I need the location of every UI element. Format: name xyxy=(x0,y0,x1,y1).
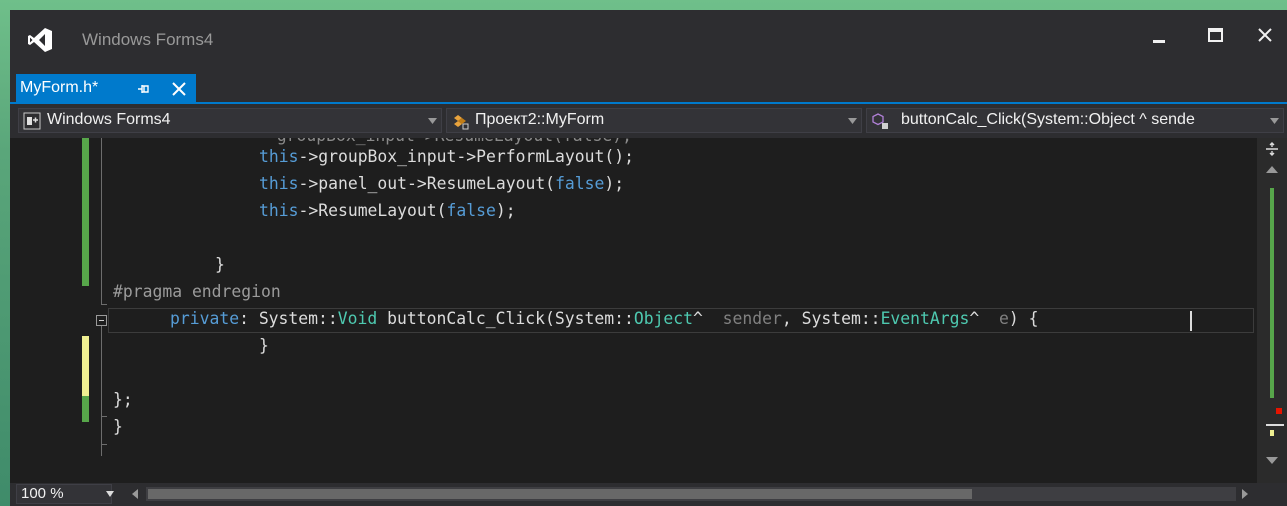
code-text: } xyxy=(113,417,123,436)
maximize-icon[interactable] xyxy=(1200,22,1230,50)
code-token: Object xyxy=(633,309,694,328)
text-caret xyxy=(1190,311,1192,331)
scroll-down-icon[interactable] xyxy=(1265,456,1279,466)
code-token: this xyxy=(259,147,299,166)
tab-underline xyxy=(10,102,1287,104)
horizontal-scroll-thumb[interactable] xyxy=(148,489,972,499)
project-name: Windows Forms4 xyxy=(47,111,171,128)
scroll-left-icon[interactable] xyxy=(132,489,138,499)
visual-studio-logo-icon[interactable] xyxy=(26,26,54,54)
code-text: private: System::Void buttonCalc_Click(S… xyxy=(170,305,1038,332)
chevron-down-icon xyxy=(428,118,437,124)
member-dropdown[interactable]: buttonCalc_Click(System::Object ^ sende xyxy=(866,108,1284,133)
chevron-down-icon[interactable] xyxy=(106,491,114,497)
code-token: buttonCalc_Click(System:: xyxy=(377,309,634,328)
window-title: Windows Forms4 xyxy=(82,30,214,49)
editor-bottom-bar: 100 % xyxy=(10,483,1287,506)
chevron-down-icon xyxy=(1270,118,1279,124)
code-token: this xyxy=(259,174,299,193)
code-line: } xyxy=(10,251,1257,278)
code-token: private xyxy=(170,309,240,328)
code-token: false xyxy=(555,174,605,193)
vertical-scrollbar[interactable] xyxy=(1257,138,1287,483)
code-line: this->ResumeLayout(false); xyxy=(10,197,1257,224)
code-line: } xyxy=(10,332,1257,359)
code-token: , System:: xyxy=(781,309,881,328)
code-text: this->panel_out->ResumeLayout(false); xyxy=(259,170,624,197)
error-marker xyxy=(1276,408,1282,414)
visual-studio-window: Windows Forms4 MyForm.h* Windows Forms4 … xyxy=(10,10,1287,506)
tab-label: MyForm.h* xyxy=(20,79,99,96)
scroll-right-icon[interactable] xyxy=(1242,489,1248,499)
pin-icon[interactable] xyxy=(136,80,152,98)
code-text: } xyxy=(259,336,269,355)
code-editor[interactable]: groupBox_input->ResumeLayout(false); thi… xyxy=(10,138,1257,483)
code-token: ^ xyxy=(693,309,723,328)
method-icon xyxy=(872,113,888,129)
code-token: ->ResumeLayout( xyxy=(298,201,447,220)
code-line: this->panel_out->ResumeLayout(false); xyxy=(10,170,1257,197)
split-window-icon[interactable] xyxy=(1265,142,1279,156)
code-token: ^ xyxy=(969,309,999,328)
code-line: private: System::Void buttonCalc_Click(S… xyxy=(10,305,1257,332)
code-text: #pragma endregion xyxy=(113,282,281,301)
code-line: } xyxy=(10,413,1257,440)
class-name: Проект2::MyForm xyxy=(475,111,605,128)
document-tab-strip: MyForm.h* xyxy=(10,68,1287,149)
change-marker xyxy=(1270,430,1274,436)
code-token: ->panel_out->ResumeLayout( xyxy=(298,174,556,193)
project-dropdown[interactable]: Windows Forms4 xyxy=(18,108,442,133)
code-token: false xyxy=(446,201,496,220)
code-token: Void xyxy=(337,309,378,328)
navigation-bar: Windows Forms4 Проект2::MyForm buttonCal… xyxy=(10,106,1287,136)
code-token: e xyxy=(998,309,1009,328)
code-token: this xyxy=(259,201,299,220)
member-name: buttonCalc_Click(System::Object ^ sende xyxy=(901,111,1195,128)
caret-marker xyxy=(1266,424,1284,426)
title-bar[interactable]: Windows Forms4 xyxy=(10,10,1287,68)
cpp-project-icon xyxy=(23,112,41,130)
code-token: ->groupBox_input->PerformLayout(); xyxy=(298,147,634,166)
code-line: this->groupBox_input->PerformLayout(); xyxy=(10,143,1257,170)
code-text: }; xyxy=(113,390,133,409)
tab-myform-h[interactable]: MyForm.h* xyxy=(16,74,196,104)
code-token: sender xyxy=(722,309,782,328)
minimize-icon[interactable] xyxy=(1144,22,1174,50)
change-marker xyxy=(1270,188,1274,328)
code-token: EventArgs xyxy=(880,309,970,328)
code-line: #pragma endregion xyxy=(10,278,1257,305)
code-text: } xyxy=(215,255,225,274)
tab-close-icon[interactable] xyxy=(170,80,188,98)
outline-guide xyxy=(101,444,107,445)
code-text: this->ResumeLayout(false); xyxy=(259,197,516,224)
code-token: : System:: xyxy=(239,309,338,328)
zoom-level: 100 % xyxy=(21,485,64,502)
scroll-up-icon[interactable] xyxy=(1265,164,1279,174)
code-token: ); xyxy=(604,174,625,193)
code-token: ) { xyxy=(1008,309,1039,328)
zoom-dropdown[interactable]: 100 % xyxy=(16,484,112,504)
class-icon xyxy=(454,115,469,130)
change-marker xyxy=(1270,328,1274,398)
code-line: }; xyxy=(10,386,1257,413)
code-text: this->groupBox_input->PerformLayout(); xyxy=(259,143,634,170)
chevron-down-icon xyxy=(848,118,857,124)
code-token: ); xyxy=(495,201,516,220)
class-dropdown[interactable]: Проект2::MyForm xyxy=(446,108,862,133)
close-icon[interactable] xyxy=(1250,22,1280,50)
